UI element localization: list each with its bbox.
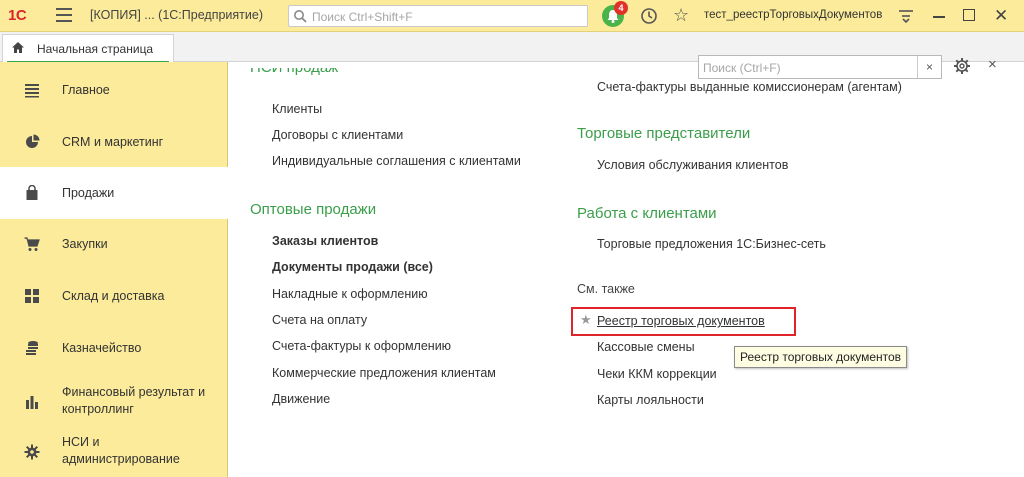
- bar-chart-icon: [26, 396, 38, 409]
- current-user[interactable]: тест_реестрТорговыхДокументов: [704, 9, 882, 21]
- link-client-contracts[interactable]: Договоры с клиентами: [272, 128, 403, 142]
- group-heading-wholesale: Оптовые продажи: [250, 201, 377, 218]
- panel-close-button[interactable]: ×: [988, 56, 997, 73]
- grid-icon: [25, 289, 39, 303]
- tab-home-label: Начальная страница: [37, 42, 154, 56]
- app-logo[interactable]: 1С: [8, 7, 27, 24]
- sidebar-item-label: Склад и доставка: [62, 289, 165, 303]
- sections-sidebar: Главное CRM и маркетинг Продажи Закупки …: [0, 62, 228, 477]
- menu-icon[interactable]: [56, 8, 72, 22]
- clear-search-button[interactable]: ×: [917, 56, 941, 78]
- close-window-button[interactable]: ✕: [994, 6, 1008, 26]
- top-bar: 1С [КОПИЯ] ... (1С:Предприятие) Поиск Ct…: [0, 0, 1024, 32]
- link-invoices-to-process[interactable]: Накладные к оформлению: [272, 287, 428, 301]
- search-placeholder: Поиск Ctrl+Shift+F: [312, 10, 413, 24]
- link-payment-bills[interactable]: Счета на оплату: [272, 313, 367, 327]
- app-title: [КОПИЯ] ... (1С:Предприятие): [90, 8, 263, 22]
- sales-section-panel: Поиск (Ctrl+F) × × НСИ продаж Клиенты До…: [229, 55, 1024, 477]
- link-individual-agreements[interactable]: Индивидуальные соглашения с клиентами: [272, 154, 521, 168]
- sidebar-item-crm[interactable]: CRM и маркетинг: [0, 116, 228, 168]
- link-tooltip: Реестр торговых документов: [734, 346, 908, 368]
- group-heading-nsi-label: НСИ продаж: [250, 68, 338, 76]
- sidebar-item-purchases[interactable]: Закупки: [0, 218, 228, 270]
- maximize-button[interactable]: [963, 9, 975, 21]
- sidebar-item-label: Финансовый результат и контроллинг: [62, 385, 206, 416]
- pie-chart-icon: [26, 134, 40, 148]
- tab-home[interactable]: Начальная страница: [2, 34, 174, 63]
- list-icon: [25, 84, 39, 98]
- sidebar-item-label: Главное: [62, 83, 110, 97]
- sidebar-item-finance[interactable]: Финансовый результат и контроллинг: [0, 374, 228, 426]
- link-movement[interactable]: Движение: [272, 392, 330, 406]
- sidebar-item-label: НСИ и администрирование: [62, 435, 180, 466]
- group-heading-client-work: Работа с клиентами: [577, 205, 717, 222]
- link-loyalty-cards[interactable]: Карты лояльности: [597, 393, 704, 407]
- see-also-label: См. также: [577, 282, 635, 296]
- link-client-orders[interactable]: Заказы клиентов: [272, 234, 378, 248]
- shopping-bag-icon: [26, 185, 38, 200]
- link-cash-shifts[interactable]: Кассовые смены: [597, 340, 695, 354]
- link-clients[interactable]: Клиенты: [272, 102, 322, 116]
- sidebar-item-sales[interactable]: Продажи: [0, 167, 228, 219]
- sidebar-item-admin[interactable]: НСИ и администрирование: [0, 426, 228, 477]
- gear-icon: [24, 444, 40, 460]
- link-correction-receipts[interactable]: Чеки ККМ коррекции: [597, 367, 717, 381]
- cart-icon: [24, 237, 40, 251]
- history-icon[interactable]: [640, 7, 658, 25]
- sidebar-item-warehouse[interactable]: Склад и доставка: [0, 270, 228, 322]
- link-tax-invoices[interactable]: Счета-фактуры к оформлению: [272, 339, 451, 353]
- favorites-star-icon[interactable]: ☆: [673, 5, 689, 26]
- window-menu-icon[interactable]: [898, 9, 914, 23]
- global-search-input[interactable]: Поиск Ctrl+Shift+F: [288, 5, 588, 27]
- link-business-network-offers[interactable]: Торговые предложения 1С:Бизнес-сеть: [597, 237, 826, 251]
- panel-settings-gear-icon[interactable]: [952, 56, 972, 76]
- search-icon: [294, 10, 307, 23]
- minimize-button[interactable]: [933, 16, 945, 18]
- link-commissioner-invoices[interactable]: Счета-фактуры выданные комиссионерам (аг…: [597, 80, 902, 94]
- sidebar-item-main[interactable]: Главное: [0, 64, 228, 116]
- panel-search-placeholder: Поиск (Ctrl+F): [703, 61, 781, 75]
- link-sales-documents[interactable]: Документы продажи (все): [272, 260, 433, 274]
- link-service-conditions[interactable]: Условия обслуживания клиентов: [597, 158, 788, 172]
- sidebar-item-label: Казначейство: [62, 341, 142, 355]
- sidebar-item-label: Закупки: [62, 237, 108, 251]
- favorite-star-icon[interactable]: ★: [580, 312, 592, 328]
- notification-count-badge: 4: [614, 1, 628, 15]
- group-heading-sales-reps: Торговые представители: [577, 125, 751, 142]
- sidebar-item-label: CRM и маркетинг: [62, 135, 164, 149]
- coins-icon: [26, 341, 38, 355]
- home-icon: [12, 42, 24, 53]
- sidebar-item-label: Продажи: [62, 186, 115, 200]
- link-commercial-offers[interactable]: Коммерческие предложения клиентам: [272, 366, 496, 380]
- sidebar-item-treasury[interactable]: Казначейство: [0, 322, 228, 374]
- link-trade-documents-registry[interactable]: Реестр торговых документов: [597, 314, 765, 328]
- panel-search-input[interactable]: Поиск (Ctrl+F) ×: [698, 55, 942, 79]
- group-heading-nsi: НСИ продаж: [250, 68, 450, 78]
